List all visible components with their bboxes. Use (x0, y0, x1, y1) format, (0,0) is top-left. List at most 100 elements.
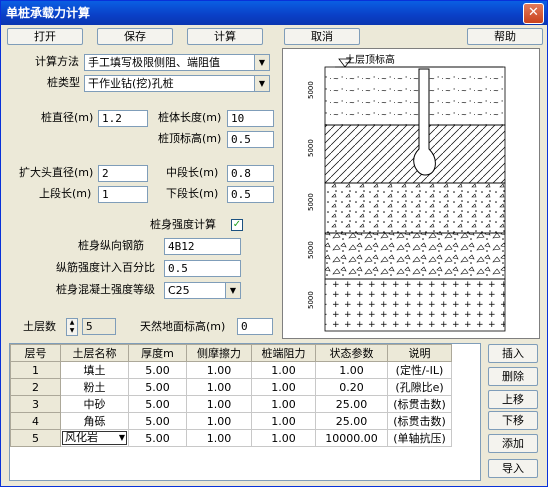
cell-side-friction[interactable]: 1.00 (186, 412, 252, 430)
top-elev-caption: 土层顶标高 (345, 53, 395, 66)
lower-len-label: 下段长(m) (166, 187, 219, 200)
cell-side-friction[interactable]: 1.00 (186, 429, 252, 447)
col-header[interactable]: 厚度m (128, 344, 187, 362)
move-up-button[interactable]: 上移 (488, 390, 538, 409)
calc-method-select[interactable]: 手工填写极限侧阻、端阻值 ▼ (84, 54, 270, 71)
dropdown-arrow-icon[interactable]: ▼ (225, 283, 240, 298)
cell-thickness[interactable]: 5.00 (128, 412, 187, 430)
cell-description[interactable]: (定性/-IL) (387, 361, 452, 379)
cell-end-resistance[interactable]: 1.00 (251, 361, 316, 379)
cell-description[interactable]: (孔隙比e) (387, 378, 452, 396)
spin-up-icon[interactable]: ▲ (67, 319, 77, 327)
cell-side-friction[interactable]: 1.00 (186, 378, 252, 396)
cell-soil-name[interactable]: 填土 (60, 361, 129, 379)
enlarge-dia-label: 扩大头直径(m) (19, 166, 94, 179)
enlarge-dia-input[interactable]: 2 (98, 165, 148, 182)
cell-end-resistance[interactable]: 1.00 (251, 429, 316, 447)
soil-layers-table[interactable]: 层号 土层名称 厚度m 侧摩擦力 桩端阻力 状态参数 说明 1 填土 5.00 … (9, 343, 481, 481)
cell-description[interactable]: (单轴抗压) (387, 429, 452, 447)
cell-thickness[interactable]: 5.00 (128, 429, 187, 447)
pile-section-diagram: ~ ' ~ + 土层顶标高 5000 5000 5000 5000 5000 (282, 48, 540, 339)
col-header[interactable]: 说明 (387, 344, 452, 362)
row-number[interactable]: 3 (10, 395, 61, 413)
strength-calc-checkbox[interactable]: ✓ (231, 219, 243, 231)
cell-soil-name[interactable]: 中砂 (60, 395, 129, 413)
cell-state-param[interactable]: 0.20 (315, 378, 388, 396)
soil-name-value: 风化岩 (65, 431, 98, 444)
soil-layer-5 (324, 278, 506, 332)
cell-state-param[interactable]: 1.00 (315, 361, 388, 379)
window-title: 单桩承载力计算 (6, 6, 91, 20)
layers-input[interactable]: 5 (82, 318, 116, 335)
delete-button[interactable]: 删除 (488, 367, 538, 386)
col-header[interactable]: 层号 (10, 344, 61, 362)
mid-len-input[interactable]: 0.8 (227, 165, 274, 182)
cell-thickness[interactable]: 5.00 (128, 378, 187, 396)
layers-label: 土层数 (23, 320, 56, 333)
layers-spinner[interactable]: ▲ ▼ (66, 318, 78, 336)
calculate-button[interactable]: 计算 (187, 28, 263, 45)
pile-length-input[interactable]: 10 (227, 110, 274, 127)
depth-label-3: 5000 (307, 193, 315, 211)
cell-end-resistance[interactable]: 1.00 (251, 412, 316, 430)
cell-description[interactable]: (标贯击数) (387, 412, 452, 430)
rebar-input[interactable]: 4B12 (164, 238, 241, 255)
table-row[interactable]: 4 角砾 5.00 1.00 1.00 25.00 (标贯击数) (10, 412, 452, 430)
concrete-grade-select[interactable]: C25 ▼ (164, 282, 241, 299)
cell-side-friction[interactable]: 1.00 (186, 361, 252, 379)
table-row[interactable]: 5 风化岩 ▼ 5.00 1.00 1.00 10000.00 (单轴抗压) (10, 429, 452, 447)
cell-state-param[interactable]: 25.00 (315, 395, 388, 413)
cell-description[interactable]: (标贯击数) (387, 395, 452, 413)
depth-label-4: 5000 (307, 241, 315, 259)
cell-thickness[interactable]: 5.00 (128, 361, 187, 379)
table-row[interactable]: 3 中砂 5.00 1.00 1.00 25.00 (标贯击数) (10, 395, 452, 413)
cell-state-param[interactable]: 10000.00 (315, 429, 388, 447)
dropdown-arrow-icon[interactable]: ▼ (254, 76, 269, 91)
close-button[interactable]: ✕ (523, 3, 544, 24)
soil-layer-1 (324, 66, 506, 126)
top-elev-input[interactable]: 0.5 (227, 131, 274, 148)
col-header[interactable]: 状态参数 (315, 344, 388, 362)
spin-down-icon[interactable]: ▼ (67, 327, 77, 335)
col-header[interactable]: 桩端阻力 (251, 344, 316, 362)
add-button[interactable]: 添加 (488, 434, 538, 453)
pile-type-select[interactable]: 干作业钻(挖)孔桩 ▼ (84, 75, 270, 92)
ground-elev-input[interactable]: 0 (237, 318, 273, 335)
col-header[interactable]: 侧摩擦力 (186, 344, 252, 362)
row-number[interactable]: 5 (10, 429, 61, 447)
pile-length-label: 桩体长度(m) (158, 111, 222, 124)
open-button[interactable]: 打开 (7, 28, 83, 45)
table-row[interactable]: 2 粉土 5.00 1.00 1.00 0.20 (孔隙比e) (10, 378, 452, 396)
calc-method-value: 手工填写极限侧阻、端阻值 (88, 56, 220, 69)
move-down-button[interactable]: 下移 (488, 411, 538, 430)
rebar-label: 桩身纵向钢筋 (78, 239, 144, 252)
rebar-pct-label: 纵筋强度计入百分比 (56, 261, 155, 274)
lower-len-input[interactable]: 0.5 (227, 186, 274, 203)
cell-soil-name[interactable]: 粉土 (60, 378, 129, 396)
diameter-input[interactable]: 1.2 (98, 110, 148, 127)
dropdown-arrow-icon[interactable]: ▼ (119, 432, 125, 444)
cell-side-friction[interactable]: 1.00 (186, 395, 252, 413)
cell-end-resistance[interactable]: 1.00 (251, 378, 316, 396)
cell-end-resistance[interactable]: 1.00 (251, 395, 316, 413)
rebar-pct-input[interactable]: 0.5 (164, 260, 241, 277)
table-row[interactable]: 1 填土 5.00 1.00 1.00 1.00 (定性/-IL) (10, 361, 452, 379)
col-header[interactable]: 土层名称 (60, 344, 129, 362)
row-number[interactable]: 2 (10, 378, 61, 396)
cancel-button[interactable]: 取消 (284, 28, 360, 45)
pile-type-value: 干作业钻(挖)孔桩 (88, 77, 174, 90)
row-number[interactable]: 4 (10, 412, 61, 430)
insert-button[interactable]: 插入 (488, 344, 538, 363)
cell-thickness[interactable]: 5.00 (128, 395, 187, 413)
soil-name-select[interactable]: 风化岩 ▼ (62, 431, 127, 445)
help-button[interactable]: 帮助 (467, 28, 543, 45)
import-button[interactable]: 导入 (488, 459, 538, 478)
cell-soil-name[interactable]: 角砾 (60, 412, 129, 430)
cell-soil-name-combo[interactable]: 风化岩 ▼ (60, 429, 129, 447)
save-button[interactable]: 保存 (97, 28, 173, 45)
upper-len-input[interactable]: 1 (98, 186, 148, 203)
dropdown-arrow-icon[interactable]: ▼ (254, 55, 269, 70)
diameter-label: 桩直径(m) (41, 111, 94, 124)
cell-state-param[interactable]: 25.00 (315, 412, 388, 430)
row-number[interactable]: 1 (10, 361, 61, 379)
